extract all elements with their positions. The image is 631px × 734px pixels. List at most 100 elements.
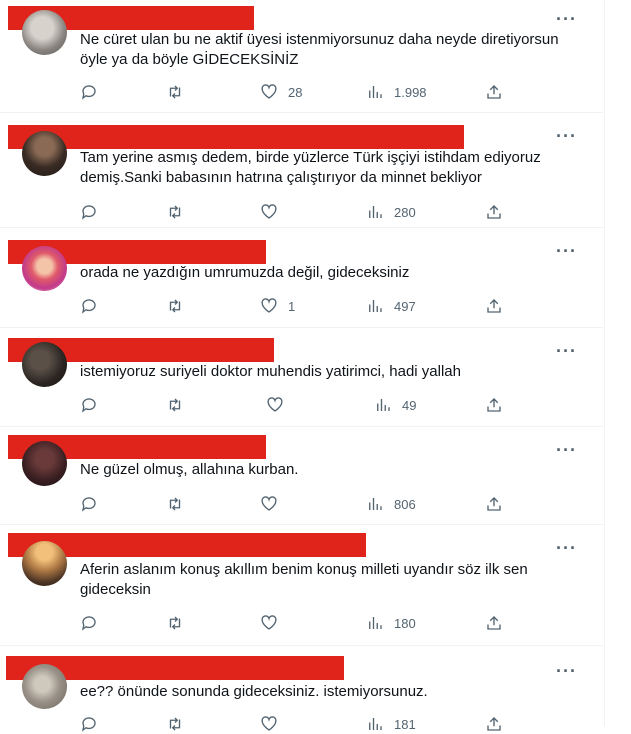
views-button[interactable]: 497 xyxy=(366,296,416,316)
heart-icon xyxy=(267,397,283,412)
views-button[interactable]: 49 xyxy=(374,395,416,415)
retweet-icon xyxy=(169,85,181,99)
like-button[interactable] xyxy=(266,395,284,415)
heart-icon xyxy=(261,716,277,731)
views-chart-icon xyxy=(369,86,382,98)
share-icon xyxy=(487,398,501,412)
views-chart-icon xyxy=(369,617,382,629)
heart-icon xyxy=(261,204,277,219)
like-count: 1 xyxy=(288,298,296,314)
avatar[interactable] xyxy=(22,131,67,176)
retweet-button[interactable] xyxy=(166,613,184,633)
share-icon xyxy=(487,497,501,511)
reply-button[interactable] xyxy=(80,714,98,734)
views-chart-icon xyxy=(369,718,382,730)
like-button[interactable]: 1 xyxy=(260,296,295,316)
reply-icon xyxy=(81,497,96,512)
like-button[interactable] xyxy=(260,202,278,222)
share-icon xyxy=(487,299,501,313)
retweet-icon xyxy=(169,497,181,511)
share-icon xyxy=(487,717,501,731)
avatar[interactable] xyxy=(22,10,67,55)
more-options-icon[interactable]: ··· xyxy=(556,242,577,260)
reply-tweet[interactable]: ··· Ne güzel olmuş, allahına kurban. 806 xyxy=(0,427,603,525)
like-button[interactable] xyxy=(260,714,278,734)
share-button[interactable] xyxy=(485,202,503,222)
view-count: 497 xyxy=(394,298,416,314)
reply-tweet[interactable]: ··· orada ne yazdığın umrumuzda değil, g… xyxy=(0,228,603,328)
more-options-icon[interactable]: ··· xyxy=(556,539,577,557)
retweet-button[interactable] xyxy=(166,296,184,316)
reply-tweet[interactable]: ··· ee?? önünde sonunda gideceksiniz. is… xyxy=(0,646,603,732)
more-options-icon[interactable]: ··· xyxy=(556,441,577,459)
retweet-icon xyxy=(169,616,181,630)
views-chart-icon xyxy=(369,300,382,312)
tweet-text: Aferin aslanım konuş akıllım benim konuş… xyxy=(80,561,528,598)
views-chart-icon xyxy=(369,498,382,510)
share-button[interactable] xyxy=(485,613,503,633)
tweet-text: orada ne yazdığın umrumuzda değil, gidec… xyxy=(80,264,410,281)
avatar[interactable] xyxy=(22,664,67,709)
reply-button[interactable] xyxy=(80,494,98,514)
more-options-icon[interactable]: ··· xyxy=(556,342,577,360)
retweet-button[interactable] xyxy=(166,82,184,102)
reply-tweet[interactable]: ··· istemiyoruz suriyeli doktor muhendis… xyxy=(0,328,603,427)
avatar[interactable] xyxy=(22,541,67,586)
reply-tweet[interactable]: ··· Ne cüret ulan bu ne aktif üyesi iste… xyxy=(0,0,603,113)
views-button[interactable]: 806 xyxy=(366,494,416,514)
share-button[interactable] xyxy=(485,296,503,316)
reply-icon xyxy=(81,205,96,220)
share-button[interactable] xyxy=(485,395,503,415)
tweet-actions: 28 1.998 xyxy=(80,82,520,102)
views-button[interactable]: 280 xyxy=(366,202,416,222)
retweet-button[interactable] xyxy=(166,202,184,222)
retweet-icon xyxy=(169,398,181,412)
tweet-actions: 180 xyxy=(80,613,520,633)
reply-icon xyxy=(81,85,96,100)
tweet-text: Tam yerine asmış dedem, birde yüzlerce T… xyxy=(80,149,541,186)
reply-button[interactable] xyxy=(80,296,98,316)
like-count: 28 xyxy=(288,84,303,100)
retweet-button[interactable] xyxy=(166,494,184,514)
tweet-text: Ne cüret ulan bu ne aktif üyesi istenmiy… xyxy=(80,31,559,68)
tweet-text: ee?? önünde sonunda gideceksiniz. istemi… xyxy=(80,683,428,700)
tweet-text: istemiyoruz suriyeli doktor muhendis yat… xyxy=(80,363,461,380)
retweet-button[interactable] xyxy=(166,714,184,734)
view-count: 49 xyxy=(402,397,417,413)
views-button[interactable]: 181 xyxy=(366,714,416,734)
share-button[interactable] xyxy=(485,82,503,102)
reply-tweet[interactable]: ··· Aferin aslanım konuş akıllım benim k… xyxy=(0,525,603,646)
like-button[interactable] xyxy=(260,613,278,633)
avatar[interactable] xyxy=(22,246,67,291)
like-button[interactable]: 28 xyxy=(260,82,302,102)
tweet-actions: 1 497 xyxy=(80,296,520,316)
redacted-username xyxy=(8,125,464,149)
retweet-icon xyxy=(169,299,181,313)
share-button[interactable] xyxy=(485,714,503,734)
reply-button[interactable] xyxy=(80,613,98,633)
reply-button[interactable] xyxy=(80,82,98,102)
views-chart-icon xyxy=(377,399,390,411)
tweet-text: Ne güzel olmuş, allahına kurban. xyxy=(80,461,299,478)
reply-button[interactable] xyxy=(80,395,98,415)
views-button[interactable]: 1.998 xyxy=(366,82,427,102)
share-icon xyxy=(487,205,501,219)
views-button[interactable]: 180 xyxy=(366,613,416,633)
retweet-button[interactable] xyxy=(166,395,184,415)
more-options-icon[interactable]: ··· xyxy=(556,127,577,145)
avatar[interactable] xyxy=(22,441,67,486)
reply-tweet[interactable]: ··· Tam yerine asmış dedem, birde yüzler… xyxy=(0,113,603,228)
reply-icon xyxy=(81,299,96,314)
more-options-icon[interactable]: ··· xyxy=(556,662,577,680)
tweet-actions: 49 xyxy=(80,395,520,415)
like-button[interactable] xyxy=(260,494,278,514)
reply-button[interactable] xyxy=(80,202,98,222)
reply-icon xyxy=(81,616,96,631)
retweet-icon xyxy=(169,205,181,219)
view-count: 181 xyxy=(394,716,416,732)
heart-icon xyxy=(261,496,277,511)
heart-icon xyxy=(261,84,277,99)
avatar[interactable] xyxy=(22,342,67,387)
share-button[interactable] xyxy=(485,494,503,514)
more-options-icon[interactable]: ··· xyxy=(556,10,577,28)
